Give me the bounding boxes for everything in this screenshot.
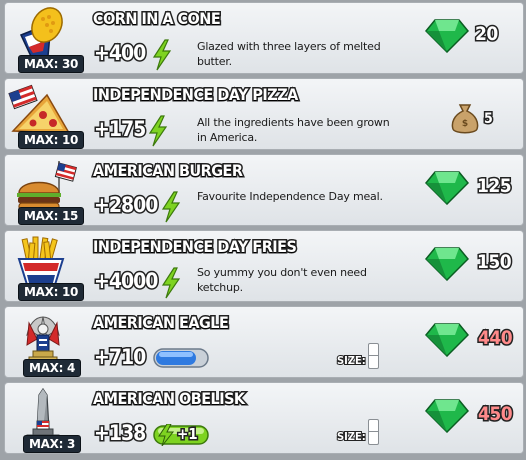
item-description: Glazed with three layers of melted butte… xyxy=(197,40,381,68)
svg-text:$: $ xyxy=(462,119,468,129)
burger-icon: MAX: 15 xyxy=(7,157,85,225)
coin-bag-icon: $ xyxy=(451,104,479,134)
shop-item-american-burger[interactable]: MAX: 15 AMERICAN BURGER +2800 Favourite … xyxy=(4,154,524,226)
item-price: 5 xyxy=(483,110,495,129)
item-title: CORN IN A CONE xyxy=(91,8,222,30)
fries-icon: MAX: 10 xyxy=(7,233,85,301)
max-quantity-badge: MAX: 30 xyxy=(18,55,85,73)
size-label: SIZE: xyxy=(336,353,367,368)
item-title: AMERICAN OBELISK xyxy=(92,388,247,410)
gem-icon xyxy=(425,19,469,53)
progress-pill xyxy=(153,348,209,368)
energy-bolt-icon xyxy=(161,267,181,299)
gem-icon xyxy=(425,247,469,281)
shop-item-independence-day-pizza[interactable]: MAX: 10 INDEPENDENCE DAY PIZZA +175 All … xyxy=(4,78,524,150)
gem-icon xyxy=(425,171,469,205)
item-price: 20 xyxy=(474,22,500,47)
item-title: AMERICAN EAGLE xyxy=(91,312,230,334)
energy-bonus: +138 xyxy=(92,420,147,447)
shop-item-independence-day-fries[interactable]: MAX: 10 INDEPENDENCE DAY FRIES +4000 So … xyxy=(4,230,524,302)
energy-bonus: +175 xyxy=(92,116,147,143)
energy-bolt-icon xyxy=(152,39,172,71)
shop-item-american-eagle[interactable]: MAX: 4 AMERICAN EAGLE +710 SIZE: 440 xyxy=(4,306,524,378)
item-title: INDEPENDENCE DAY FRIES xyxy=(91,236,298,258)
energy-bonus: +2800 xyxy=(92,192,159,219)
shop-item-corn-in-a-cone[interactable]: MAX: 30 CORN IN A CONE +400 Glazed with … xyxy=(4,2,524,74)
item-description: Favourite Independence Day meal. xyxy=(197,190,383,203)
energy-bolt-icon xyxy=(148,115,168,147)
energy-bonus: +400 xyxy=(92,40,147,67)
obelisk-icon: MAX: 3 xyxy=(7,385,82,453)
shop-item-list: MAX: 30 CORN IN A CONE +400 Glazed with … xyxy=(0,0,526,460)
energy-bonus: +4000 xyxy=(92,268,159,295)
item-price: 150 xyxy=(475,250,513,275)
gem-icon xyxy=(425,323,469,357)
corn-cone-icon: MAX: 30 xyxy=(7,5,85,73)
item-price: 440 xyxy=(476,326,514,351)
size-indicator xyxy=(368,419,379,445)
max-quantity-badge: MAX: 3 xyxy=(23,435,82,453)
item-description: All the ingredients have been grown in A… xyxy=(197,116,390,144)
size-indicator xyxy=(368,343,379,369)
item-price: 125 xyxy=(475,174,513,199)
shop-item-american-obelisk[interactable]: MAX: 3 AMERICAN OBELISK +138 +1 SIZE: 45… xyxy=(4,382,524,454)
energy-boost-badge: +1 xyxy=(153,423,209,450)
item-price: 450 xyxy=(476,402,514,427)
max-quantity-badge: MAX: 15 xyxy=(18,207,85,225)
energy-bonus: +710 xyxy=(92,344,147,371)
gem-icon xyxy=(425,399,469,433)
energy-boost-value: +1 xyxy=(176,424,200,445)
item-title: INDEPENDENCE DAY PIZZA xyxy=(92,84,300,106)
item-title: AMERICAN BURGER xyxy=(91,160,244,182)
max-quantity-badge: MAX: 10 xyxy=(18,131,85,149)
item-description: So yummy you don't even need ketchup. xyxy=(197,266,367,294)
max-quantity-badge: MAX: 4 xyxy=(23,359,82,377)
size-label: SIZE: xyxy=(336,429,367,444)
max-quantity-badge: MAX: 10 xyxy=(18,283,85,301)
energy-bolt-icon xyxy=(161,191,181,223)
pizza-icon: MAX: 10 xyxy=(7,81,85,149)
eagle-statue-icon: MAX: 4 xyxy=(7,309,82,377)
